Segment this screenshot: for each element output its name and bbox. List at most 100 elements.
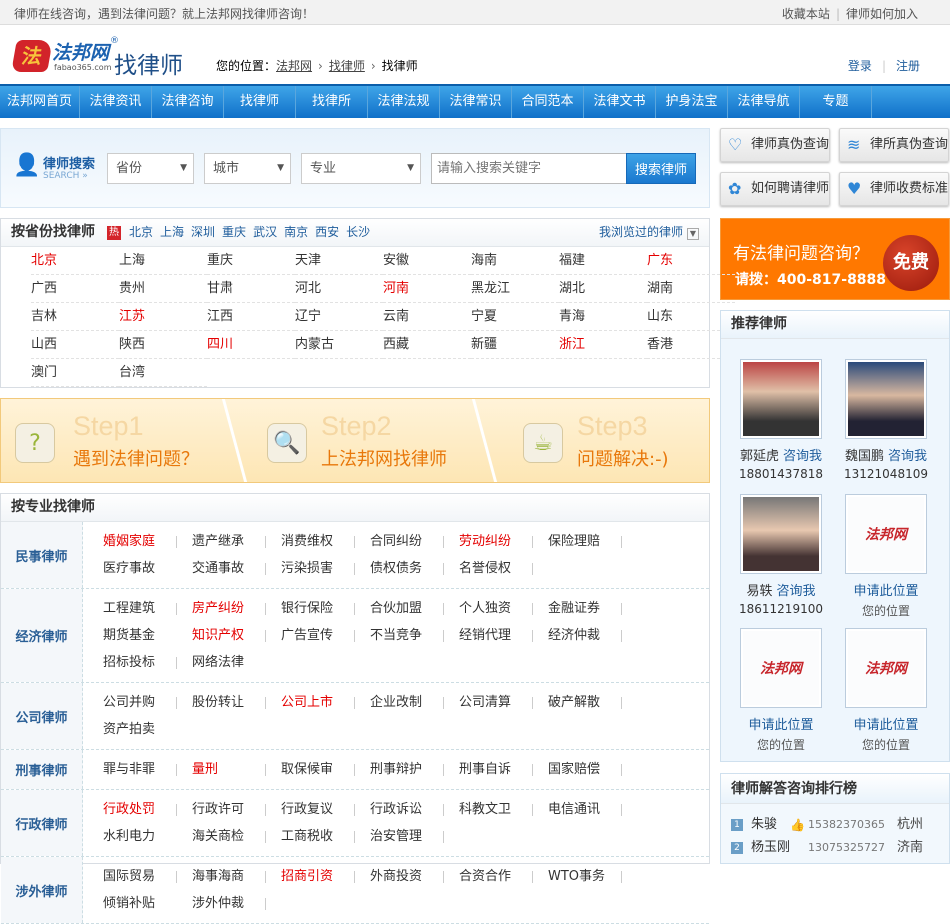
specialty-link[interactable]: 海事海商 xyxy=(192,863,281,890)
specialty-link[interactable]: 婚姻家庭 xyxy=(103,528,192,555)
hot-city-link[interactable]: 南京 xyxy=(284,225,308,239)
specialty-link[interactable]: 保险理赔 xyxy=(548,528,637,555)
specialty-link[interactable]: 工商税收 xyxy=(281,823,370,850)
how-to-hire-button[interactable]: ✿ 如何聘请律师 xyxy=(720,172,830,206)
province-link[interactable]: 安徽 xyxy=(383,247,471,275)
nav-item[interactable]: 法律文书 xyxy=(584,86,656,118)
province-link[interactable]: 湖北 xyxy=(559,275,647,303)
specialty-link[interactable]: 水利电力 xyxy=(103,823,192,850)
specialty-category[interactable]: 公司律师 xyxy=(1,683,83,749)
specialty-link[interactable]: 个人独资 xyxy=(459,595,548,622)
specialty-link[interactable]: 外商投资 xyxy=(370,863,459,890)
province-link[interactable]: 河北 xyxy=(295,275,383,303)
apply-slot[interactable]: 法邦网 申请此位置 您的位置 xyxy=(834,628,938,753)
specialty-link[interactable]: 债权债务 xyxy=(370,555,459,582)
logo[interactable]: 法 法邦网 ® fabao365.com 找律师 xyxy=(11,36,192,79)
specialty-link[interactable]: 广告宣传 xyxy=(281,622,370,649)
specialty-link[interactable]: 金融证券 xyxy=(548,595,637,622)
province-link[interactable]: 天津 xyxy=(295,247,383,275)
province-link[interactable]: 内蒙古 xyxy=(295,331,383,359)
lawyer-card[interactable]: 魏国鹏 咨询我 13121048109 xyxy=(834,359,938,481)
specialty-link[interactable]: 知识产权 xyxy=(192,622,281,649)
nav-item[interactable]: 法邦网首页 xyxy=(0,86,80,118)
verify-firm-button[interactable]: ≋ 律所真伪查询 xyxy=(839,128,949,162)
specialty-link[interactable]: 银行保险 xyxy=(281,595,370,622)
specialty-link[interactable]: 经济仲裁 xyxy=(548,622,637,649)
hot-city-link[interactable]: 重庆 xyxy=(222,225,246,239)
specialty-link[interactable]: 行政许可 xyxy=(192,796,281,823)
province-link[interactable]: 浙江 xyxy=(559,331,647,359)
specialty-link[interactable]: 合伙加盟 xyxy=(370,595,459,622)
province-select[interactable]: 省份 ▼ xyxy=(107,153,194,184)
nav-item[interactable]: 找律师 xyxy=(224,86,296,118)
nav-item[interactable]: 合同范本 xyxy=(512,86,584,118)
specialty-category[interactable]: 民事律师 xyxy=(1,522,83,588)
specialty-link[interactable]: 国际贸易 xyxy=(103,863,192,890)
specialty-category[interactable]: 刑事律师 xyxy=(1,750,83,789)
province-link[interactable]: 广西 xyxy=(31,275,119,303)
specialty-link[interactable]: 遗产继承 xyxy=(192,528,281,555)
province-link[interactable]: 山西 xyxy=(31,331,119,359)
lawyer-card[interactable]: 郭延虎 咨询我 18801437818 xyxy=(729,359,833,481)
specialty-link[interactable]: 合同纠纷 xyxy=(370,528,459,555)
specialty-link[interactable]: 资产拍卖 xyxy=(103,716,192,743)
province-link[interactable]: 贵州 xyxy=(119,275,207,303)
search-input[interactable] xyxy=(431,153,627,184)
specialty-link[interactable]: 企业改制 xyxy=(370,689,459,716)
nav-item[interactable]: 法律导航 xyxy=(728,86,800,118)
province-link[interactable]: 江苏 xyxy=(119,303,207,331)
specialty-link[interactable]: WTO事务 xyxy=(548,863,637,890)
province-link[interactable]: 澳门 xyxy=(31,359,119,387)
register-link[interactable]: 注册 xyxy=(896,59,920,73)
specialty-link[interactable]: 合资合作 xyxy=(459,863,548,890)
specialty-link[interactable]: 行政复议 xyxy=(281,796,370,823)
consult-link[interactable]: 咨询我 xyxy=(777,584,816,599)
browsed-lawyers-dropdown[interactable]: 我浏览过的律师 ▼ xyxy=(599,219,699,246)
hot-city-link[interactable]: 西安 xyxy=(315,225,339,239)
ranking-row[interactable]: 2 杨玉刚 13075325727 济南 xyxy=(731,838,946,858)
breadcrumb-home[interactable]: 法邦网 xyxy=(276,59,312,73)
specialty-link[interactable]: 股份转让 xyxy=(192,689,281,716)
province-link[interactable]: 吉林 xyxy=(31,303,119,331)
nav-item[interactable]: 专题 xyxy=(800,86,872,118)
specialty-link[interactable]: 行政处罚 xyxy=(103,796,192,823)
province-link[interactable]: 河南 xyxy=(383,275,471,303)
fee-standard-button[interactable]: ♥ 律师收费标准 xyxy=(839,172,949,206)
specialty-link[interactable]: 经销代理 xyxy=(459,622,548,649)
search-lawyer-button[interactable]: 搜索律师 xyxy=(626,153,696,184)
specialty-category[interactable]: 行政律师 xyxy=(1,790,83,856)
specialty-link[interactable]: 刑事自诉 xyxy=(459,756,548,783)
specialty-category[interactable]: 涉外律师 xyxy=(1,857,83,923)
specialty-link[interactable]: 公司上市 xyxy=(281,689,370,716)
specialty-link[interactable]: 名誉侵权 xyxy=(459,555,548,582)
specialty-link[interactable]: 劳动纠纷 xyxy=(459,528,548,555)
nav-item[interactable]: 法律咨询 xyxy=(152,86,224,118)
specialty-category[interactable]: 经济律师 xyxy=(1,589,83,682)
bookmark-link[interactable]: 收藏本站 xyxy=(782,7,830,21)
nav-item[interactable]: 法律资讯 xyxy=(80,86,152,118)
specialty-link[interactable]: 海关商检 xyxy=(192,823,281,850)
specialty-link[interactable]: 招标投标 xyxy=(103,649,192,676)
specialty-link[interactable]: 涉外仲裁 xyxy=(192,890,281,917)
province-link[interactable]: 云南 xyxy=(383,303,471,331)
city-select[interactable]: 城市 ▼ xyxy=(204,153,291,184)
province-link[interactable]: 上海 xyxy=(119,247,207,275)
specialty-link[interactable]: 交通事故 xyxy=(192,555,281,582)
hot-city-link[interactable]: 武汉 xyxy=(253,225,277,239)
specialty-link[interactable]: 量刑 xyxy=(192,756,281,783)
province-link[interactable]: 广东 xyxy=(647,247,735,275)
province-link[interactable]: 辽宁 xyxy=(295,303,383,331)
specialty-link[interactable]: 刑事辩护 xyxy=(370,756,459,783)
province-link[interactable]: 甘肃 xyxy=(207,275,295,303)
nav-item[interactable]: 法律法规 xyxy=(368,86,440,118)
lawyer-join-link[interactable]: 律师如何加入 xyxy=(846,7,918,21)
specialty-link[interactable]: 科教文卫 xyxy=(459,796,548,823)
province-link[interactable]: 重庆 xyxy=(207,247,295,275)
login-link[interactable]: 登录 xyxy=(848,59,872,73)
specialty-select[interactable]: 专业 ▼ xyxy=(301,153,421,184)
province-link[interactable]: 福建 xyxy=(559,247,647,275)
province-link[interactable]: 四川 xyxy=(207,331,295,359)
specialty-link[interactable]: 国家赔偿 xyxy=(548,756,637,783)
province-link[interactable]: 黑龙江 xyxy=(471,275,559,303)
specialty-link[interactable]: 网络法律 xyxy=(192,649,281,676)
